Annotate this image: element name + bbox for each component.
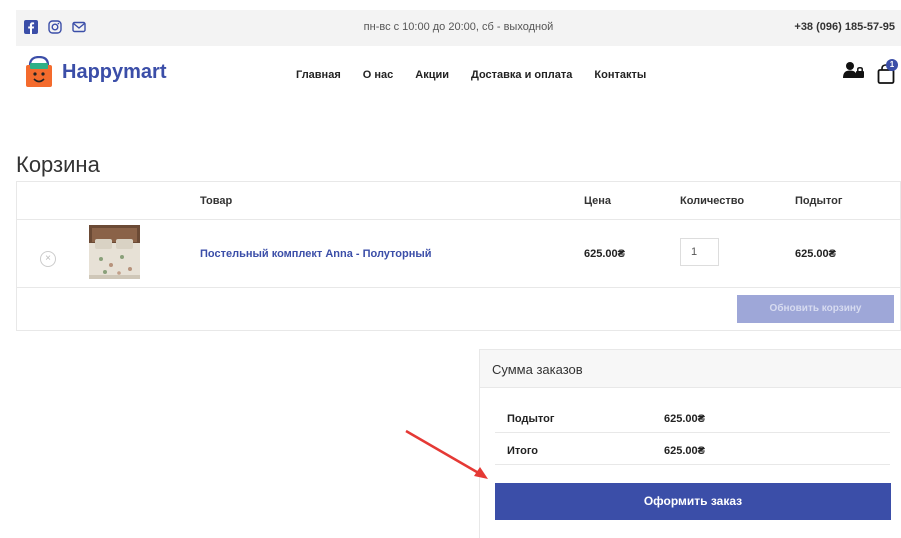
quantity-input[interactable]: 1 (680, 238, 719, 266)
checkout-button[interactable]: Оформить заказ (495, 483, 891, 520)
item-subtotal: 625.00₴ (795, 248, 836, 260)
nav-item-contacts[interactable]: Контакты (594, 69, 646, 81)
total-label: Итого (507, 445, 539, 457)
column-subtotal: Подытог (795, 195, 843, 207)
remove-item-button[interactable]: × (40, 251, 56, 267)
cart-totals: Сумма заказов Подытог 625.00₴ Итого 625.… (479, 349, 901, 538)
annotation-arrow (405, 429, 488, 479)
logo[interactable]: Happymart (24, 56, 166, 88)
nav-item-about[interactable]: О нас (363, 69, 394, 81)
nav-item-delivery[interactable]: Доставка и оплата (471, 69, 572, 81)
working-hours: пн-вс с 10:00 до 20:00, сб - выходной (363, 21, 554, 33)
nav-item-promotions[interactable]: Акции (415, 69, 449, 81)
logo-text: Happymart (62, 60, 167, 83)
cart-icon[interactable]: 1 (877, 59, 898, 84)
product-thumbnail[interactable] (89, 225, 140, 279)
column-price: Цена (584, 195, 612, 207)
total-value: 625.00₴ (664, 445, 705, 457)
total-row: Итого 625.00₴ (495, 435, 890, 465)
subtotal-row: Подытог 625.00₴ (495, 403, 890, 433)
cart-count-badge: 1 (886, 59, 898, 71)
phone-number[interactable]: +38 (096) 185-57-95 (794, 21, 895, 33)
totals-title: Сумма заказов (492, 362, 583, 377)
totals-header: Сумма заказов (480, 350, 901, 388)
cart-table: Товар Цена Количество Подытог × Постельн… (16, 181, 901, 331)
account-icon[interactable] (843, 61, 865, 84)
item-price: 625.00₴ (584, 248, 625, 260)
subtotal-label: Подытог (507, 413, 555, 425)
column-quantity: Количество (680, 195, 745, 207)
column-product: Товар (200, 195, 233, 207)
page-title: Корзина (16, 152, 100, 177)
main-nav: Главная О нас Акции Доставка и оплата Ко… (296, 69, 646, 81)
top-bar: пн-вс с 10:00 до 20:00, сб - выходной +3… (16, 10, 901, 46)
shopping-bag-logo-icon (26, 56, 52, 87)
header-icons: 1 (843, 59, 898, 84)
product-name-link[interactable]: Постельный комплект Anna - Полуторный (200, 248, 432, 260)
table-row: × Постельный комплект Anna - Полуторный … (17, 220, 900, 288)
subtotal-value: 625.00₴ (664, 413, 705, 425)
update-cart-button[interactable]: Обновить корзину (737, 295, 894, 323)
table-header: Товар Цена Количество Подытог (17, 182, 900, 220)
site-header: Happymart Главная О нас Акции Доставка и… (16, 56, 901, 96)
nav-item-home[interactable]: Главная (296, 69, 341, 81)
